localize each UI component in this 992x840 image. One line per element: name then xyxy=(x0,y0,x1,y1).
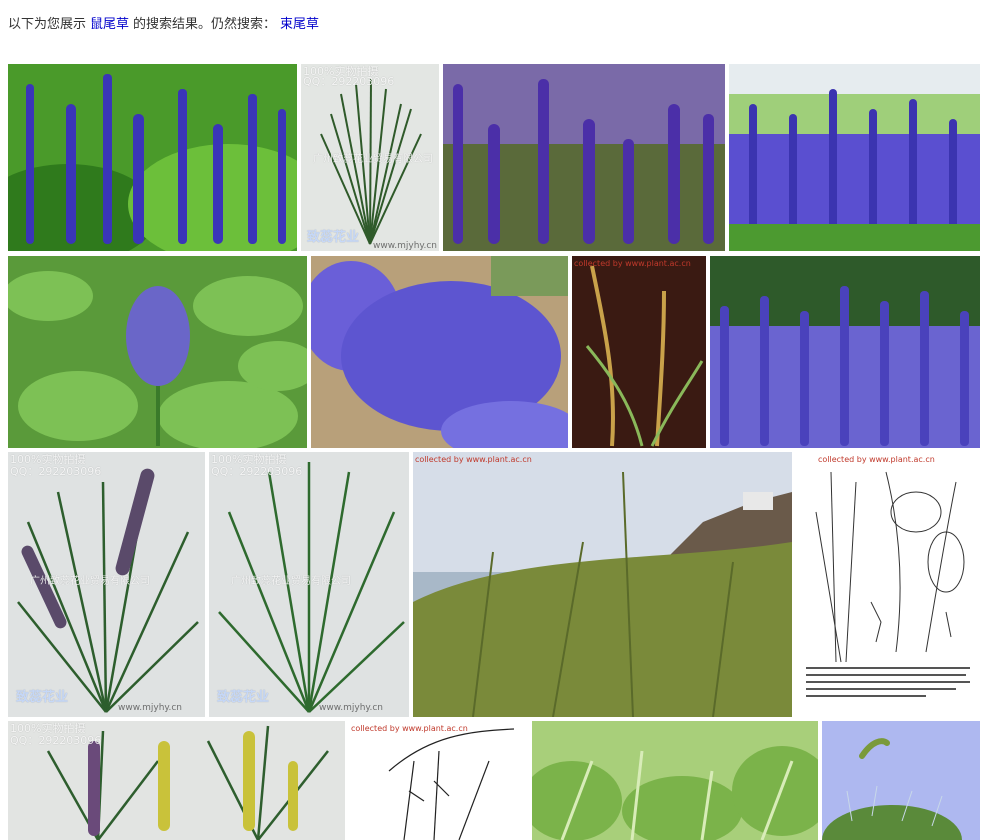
image-result-botanical-sketch[interactable]: collected by www.plant.ac.cn xyxy=(349,721,528,840)
watermark-brand: 致蕊花业 xyxy=(307,230,360,245)
watermark-brand: 致蕊花业 xyxy=(217,690,270,705)
image-result-salvia-before-hedge[interactable] xyxy=(710,256,980,448)
image-result-artificial-green-grass[interactable]: 100%实物拍摄 QQ：292203096 广州致蕊花业贸易有限公司 致蕊花业 … xyxy=(209,452,409,717)
watermark-qq: QQ：292203096 xyxy=(303,75,395,88)
watermark-plant-site: collected by www.plant.ac.cn xyxy=(415,455,532,464)
image-result-green-grass-field[interactable] xyxy=(532,721,818,840)
image-result-salvia-field[interactable] xyxy=(729,64,980,251)
watermark-qq: QQ：292203096 xyxy=(10,465,102,478)
watermark-plant-site: collected by www.plant.ac.cn xyxy=(574,259,691,268)
query-link[interactable]: 鼠尾草 xyxy=(90,17,129,32)
image-result-artificial-grass-bunch[interactable]: 100%实物拍摄 QQ：292203096 广州致蕊花业贸易有限公司 致蕊花业 … xyxy=(301,64,439,251)
watermark-brand: 致蕊花业 xyxy=(16,690,69,705)
watermark-plant-site: collected by www.plant.ac.cn xyxy=(818,455,935,464)
image-result-blue-salvia[interactable] xyxy=(8,64,297,251)
image-result-artificial-purple-grass[interactable]: 100%实物拍摄 QQ：292203096 广州致蕊花业贸易有限公司 致蕊花业 … xyxy=(8,452,205,717)
search-notice: 以下为您展示 鼠尾草 的搜索结果。仍然搜索： 束尾草 xyxy=(8,16,319,34)
image-result-purple-salvia-closeup[interactable] xyxy=(443,64,725,251)
watermark-qq: QQ：292203096 xyxy=(10,734,102,747)
watermark-plant-site: collected by www.plant.ac.cn xyxy=(351,724,468,733)
image-result-coastal-grass[interactable]: collected by www.plant.ac.cn xyxy=(413,452,792,717)
watermark-site: www.mjyhy.cn xyxy=(118,703,182,713)
alt-query-link[interactable]: 束尾草 xyxy=(280,17,319,32)
watermark-qq: QQ：292203096 xyxy=(211,465,303,478)
image-result-botanical-drawing[interactable]: collected by www.plant.ac.cn xyxy=(796,452,980,717)
watermark-company: 广州致蕊花业贸易有限公司 xyxy=(313,154,433,165)
watermark-site: www.mjyhy.cn xyxy=(373,241,437,251)
image-result-grass-on-dark[interactable]: collected by www.plant.ac.cn xyxy=(572,256,706,448)
image-result-artificial-yellow-grass[interactable]: 100%实物拍摄 QQ：292203096 xyxy=(8,721,345,840)
notice-middle: 的搜索结果。仍然搜索： xyxy=(133,17,277,32)
notice-prefix: 以下为您展示 xyxy=(8,17,87,32)
image-result-foxtail-sky[interactable] xyxy=(822,721,980,840)
image-result-salvia-green-leaves[interactable] xyxy=(8,256,307,448)
image-result-salvia-bushes[interactable] xyxy=(311,256,568,448)
watermark-company: 广州致蕊花业贸易有限公司 xyxy=(30,576,150,587)
watermark-site: www.mjyhy.cn xyxy=(319,703,383,713)
watermark-company: 广州致蕊花业贸易有限公司 xyxy=(231,576,351,587)
